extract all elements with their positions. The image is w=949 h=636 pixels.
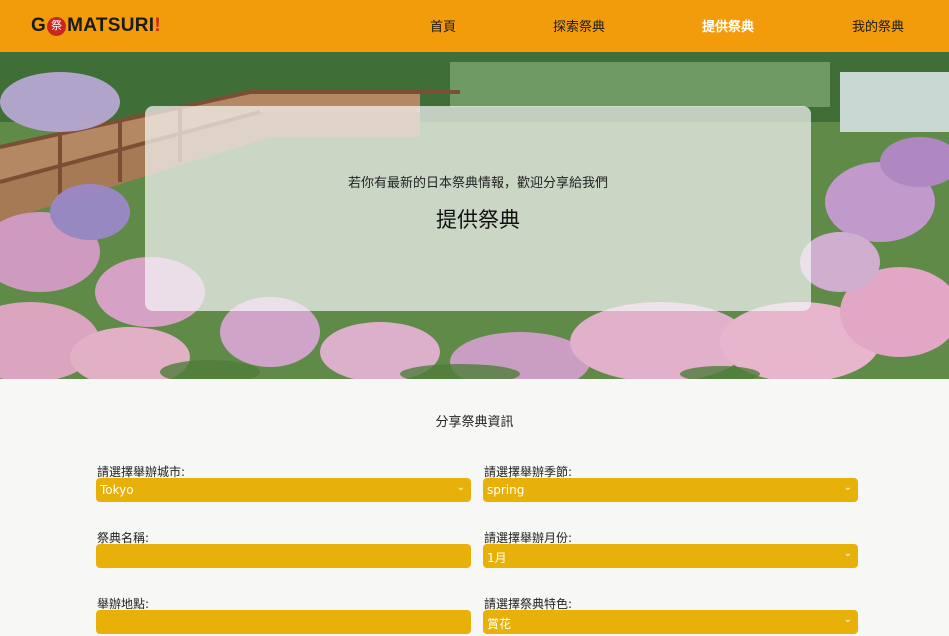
hero-banner: 若你有最新的日本祭典情報，歡迎分享給我們 提供祭典 [0,52,949,379]
city-select[interactable]: Tokyo ⌄ [96,478,471,502]
hero-card: 若你有最新的日本祭典情報，歡迎分享給我們 提供祭典 [145,106,811,311]
nav-link-home[interactable]: 首頁 [430,16,456,35]
nav-link-explore[interactable]: 探索祭典 [553,16,605,35]
form-section-title: 分享祭典資訊 [435,415,514,430]
festival-submit-form: 分享祭典資訊 請選擇舉辦城市: Tokyo ⌄ 請選擇舉辦季節: spring … [0,379,949,636]
hero-subtitle: 若你有最新的日本祭典情報，歡迎分享給我們 [347,176,608,191]
location-input[interactable] [96,610,471,634]
chevron-down-icon: ⌄ [456,482,465,493]
festival-name-input[interactable] [96,544,471,568]
season-select[interactable]: spring ⌄ [483,478,858,502]
month-select-value: 1月 [487,551,507,565]
feature-select[interactable]: 賞花 ⌄ [483,610,858,634]
nav-link-submit[interactable]: 提供祭典 [702,16,754,35]
city-select-value: Tokyo [100,483,134,497]
season-select-value: spring [487,483,525,497]
chevron-down-icon: ⌄ [843,548,852,559]
logo-mark: ! [154,15,161,36]
nav-link-my-festivals[interactable]: 我的祭典 [852,16,904,35]
top-navbar: G 祭 MATSURI ! 首頁 探索祭典 提供祭典 我的祭典 [0,0,949,52]
feature-select-value: 賞花 [487,617,512,631]
chevron-down-icon: ⌄ [843,614,852,625]
logo-text: MATSURI [67,15,155,36]
logo-badge: 祭 [47,16,67,36]
hero-title: 提供祭典 [436,208,520,232]
month-select[interactable]: 1月 ⌄ [483,544,858,568]
logo[interactable]: G 祭 MATSURI ! [31,12,161,40]
chevron-down-icon: ⌄ [843,482,852,493]
logo-letter: G [31,15,47,36]
